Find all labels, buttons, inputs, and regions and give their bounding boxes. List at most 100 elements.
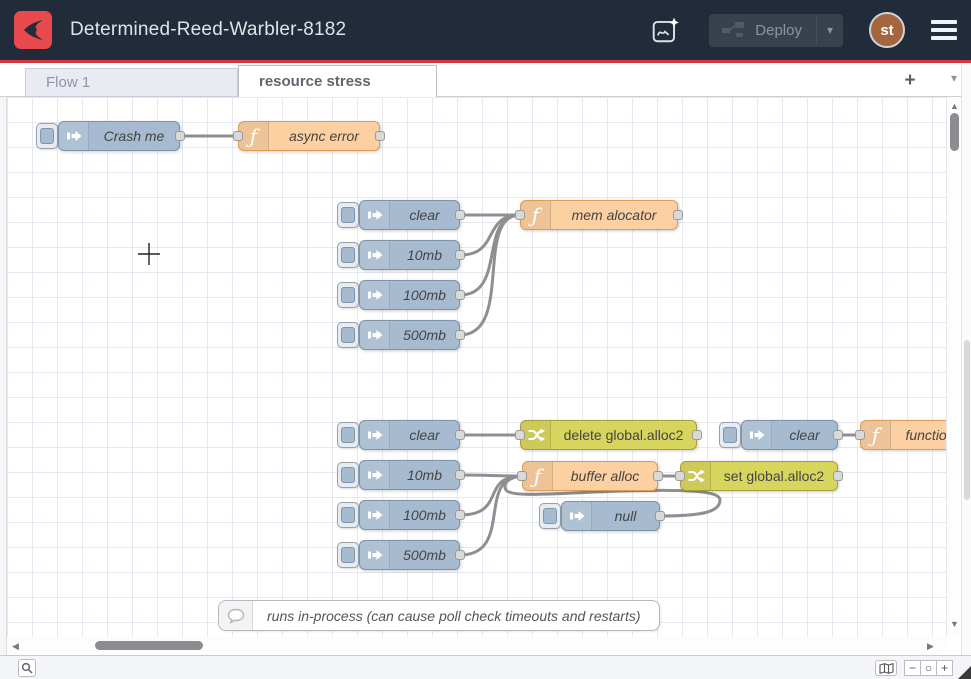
output-port[interactable] [692,430,702,440]
output-port[interactable] [455,550,465,560]
node-label: null [592,508,659,524]
node-inject-10mb[interactable]: 10mb [359,240,460,270]
output-port[interactable] [455,250,465,260]
node-inject-10mb[interactable]: 10mb [359,460,460,490]
node-inject-500mb[interactable]: 500mb [359,320,460,350]
input-port[interactable] [233,131,243,141]
input-port[interactable] [515,210,525,220]
flowfuse-logo[interactable] [14,11,52,49]
output-port[interactable] [455,430,465,440]
deploy-label: Deploy [755,22,802,39]
inject-button[interactable] [337,322,359,348]
node-inject-null[interactable]: null [561,501,660,531]
input-port[interactable] [517,471,527,481]
map-icon [879,663,894,674]
node-label: clear [390,427,459,443]
horizontal-scroll-thumb[interactable] [95,641,203,650]
instance-title: Determined-Reed-Warbler-8182 [70,19,649,41]
node-inject-100mb[interactable]: 100mb [359,500,460,530]
node-inject-clear[interactable]: clear [359,420,460,450]
inject-button[interactable] [36,123,58,149]
node-label: mem alocator [551,207,677,223]
search-icon [21,662,33,674]
change-shuffle-icon [681,462,711,490]
inject-arrow-icon [360,241,390,269]
output-port[interactable] [455,210,465,220]
tab-flow-1[interactable]: Flow 1 [25,68,238,97]
output-port[interactable] [653,471,663,481]
zoom-out-button[interactable]: − [904,660,921,676]
node-inject-500mb[interactable]: 500mb [359,540,460,570]
output-port[interactable] [175,131,185,141]
output-port[interactable] [833,430,843,440]
zoom-in-button[interactable]: + [936,660,953,676]
scroll-down-icon[interactable]: ▼ [947,619,962,629]
inject-arrow-icon [59,122,89,150]
node-label: set global.alloc2 [711,468,837,484]
node-function-async-error[interactable]: ƒ async error [238,121,380,151]
inject-button[interactable] [337,462,359,488]
output-port[interactable] [833,471,843,481]
input-port[interactable] [675,471,685,481]
inject-arrow-icon [742,421,772,449]
output-port[interactable] [455,510,465,520]
inject-arrow-icon [562,502,592,530]
user-avatar[interactable]: st [869,12,905,48]
inject-button[interactable] [719,422,741,448]
vertical-scroll-thumb[interactable] [950,113,959,151]
zoom-reset-button[interactable]: ○ [920,660,937,676]
scroll-up-icon[interactable]: ▲ [947,101,962,111]
input-port[interactable] [515,430,525,440]
output-port[interactable] [673,210,683,220]
window-scrollbar[interactable] [961,63,971,679]
node-function-mem-alocator[interactable]: ƒ mem alocator [520,200,678,230]
search-flows-button[interactable] [18,659,36,677]
function-icon: ƒ [521,201,551,229]
node-inject-clear[interactable]: clear [741,420,838,450]
output-port[interactable] [455,330,465,340]
tab-resource-stress[interactable]: resource stress [238,65,437,97]
add-flow-button[interactable]: + [897,69,923,93]
node-inject-100mb[interactable]: 100mb [359,280,460,310]
inject-button[interactable] [539,503,561,529]
node-function-buffer-alloc[interactable]: ƒ buffer alloc [522,461,658,491]
inject-button[interactable] [337,202,359,228]
node-label: clear [390,207,459,223]
canvas-vertical-scrollbar[interactable]: ▲ ▼ [946,97,961,637]
node-inject-clear[interactable]: clear [359,200,460,230]
node-label: 100mb [390,507,459,523]
inject-button[interactable] [337,282,359,308]
wire[interactable] [460,476,522,515]
palette-edge [0,97,7,655]
canvas-horizontal-scrollbar[interactable]: ◀ ▶ [7,637,946,655]
deploy-button[interactable]: Deploy ▾ [709,14,843,47]
flow-assistant-icon[interactable] [649,14,683,46]
output-port[interactable] [655,511,665,521]
node-label: function [891,427,946,443]
inject-button[interactable] [337,242,359,268]
node-function-function[interactable]: ƒ function [860,420,946,450]
flow-list-caret[interactable]: ▾ [951,71,957,85]
wire[interactable] [460,215,520,335]
deploy-options-caret[interactable]: ▾ [816,16,843,44]
output-port[interactable] [455,470,465,480]
main-menu-icon[interactable] [931,16,957,44]
inject-button[interactable] [337,542,359,568]
node-change-delete-global-alloc2[interactable]: delete global.alloc2 [520,420,697,450]
node-label: buffer alloc [553,468,657,484]
window-resize-grip[interactable] [958,666,971,679]
output-port[interactable] [375,131,385,141]
minimap-button[interactable] [875,660,897,676]
flow-canvas[interactable]: Crash me ƒ async error clear 10mb 100mb … [7,97,946,637]
window-scroll-thumb[interactable] [964,340,970,500]
input-port[interactable] [855,430,865,440]
inject-button[interactable] [337,502,359,528]
output-port[interactable] [455,290,465,300]
node-change-set-global-alloc2[interactable]: set global.alloc2 [680,461,838,491]
wire[interactable] [460,215,520,255]
node-comment[interactable]: runs in-process (can cause poll check ti… [218,600,660,631]
inject-button[interactable] [337,422,359,448]
scroll-right-icon[interactable]: ▶ [927,641,934,652]
node-inject-crash-me[interactable]: Crash me [58,121,180,151]
scroll-left-icon[interactable]: ◀ [12,641,19,652]
